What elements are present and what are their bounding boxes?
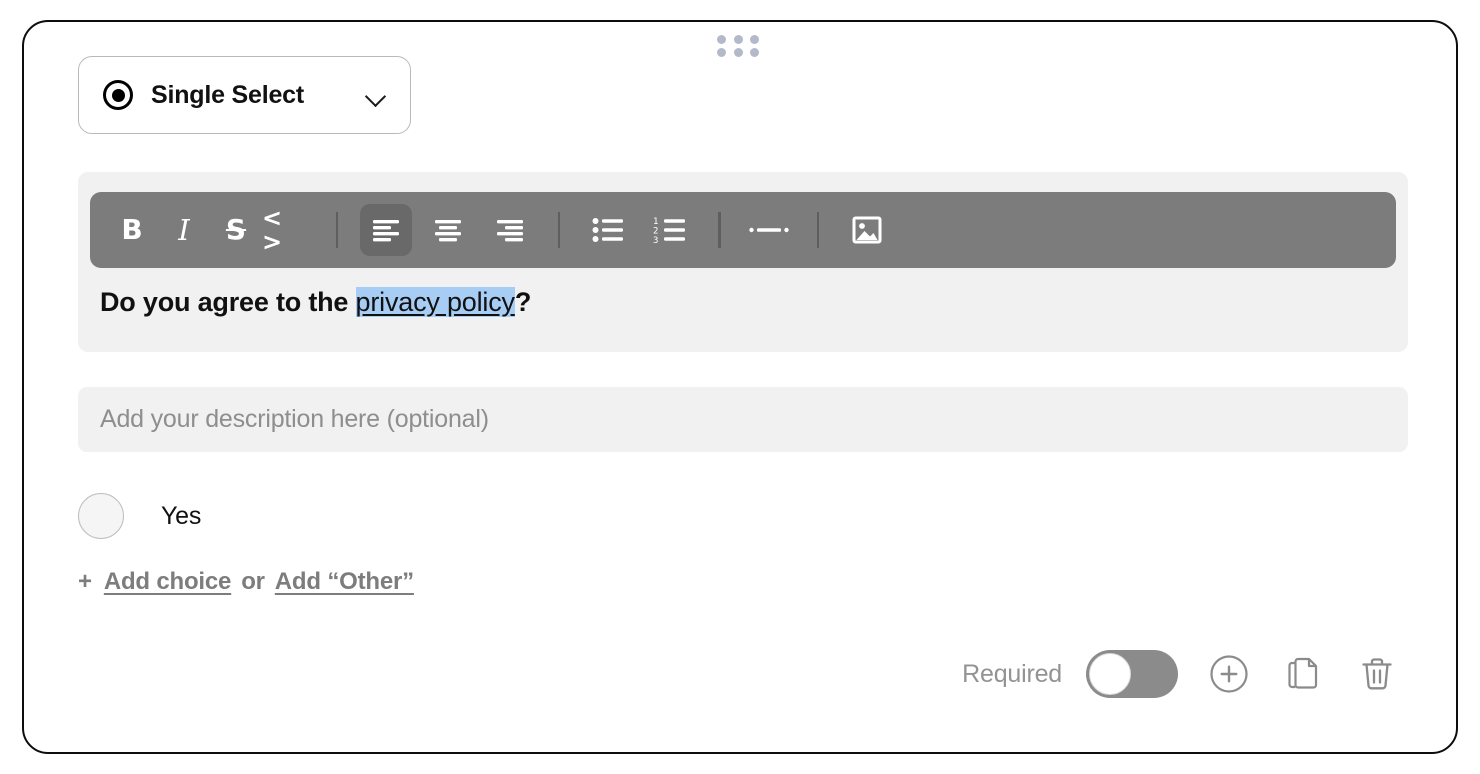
- trash-icon: [1362, 658, 1392, 690]
- required-toggle[interactable]: [1086, 650, 1178, 698]
- plus-icon: +: [78, 568, 92, 595]
- toolbar-horizontal-rule-button[interactable]: [743, 204, 795, 256]
- toolbar-align-right-button[interactable]: [484, 204, 536, 256]
- duplicate-question-button[interactable]: [1280, 651, 1326, 697]
- strikethrough-icon: S: [225, 213, 247, 246]
- add-choice-row: + Add choice or Add “Other”: [78, 568, 414, 596]
- add-row-conjunction: or: [241, 568, 265, 595]
- bold-icon: B: [121, 213, 143, 246]
- toolbar-align-left-button[interactable]: [360, 204, 413, 256]
- align-right-icon: [497, 220, 524, 242]
- question-text-link[interactable]: privacy policy: [355, 287, 515, 317]
- add-other-link[interactable]: Add “Other”: [275, 568, 414, 596]
- delete-question-button[interactable]: [1354, 651, 1400, 697]
- toolbar-numbered-list-button[interactable]: 1 2 3: [644, 204, 696, 256]
- handle-dot: [750, 47, 760, 57]
- toolbar-image-button[interactable]: [841, 204, 893, 256]
- required-label: Required: [962, 659, 1062, 688]
- question-editor: B I S < > 1 2 3 Do you agree to the priv…: [78, 172, 1408, 352]
- code-icon: < >: [262, 204, 285, 256]
- question-type-selector[interactable]: Single Select: [78, 56, 411, 134]
- duplicate-icon: [1288, 657, 1318, 689]
- radio-filled-icon: [103, 80, 133, 110]
- question-title-input[interactable]: Do you agree to the privacy policy?: [78, 268, 1408, 352]
- horizontal-rule-icon: [748, 227, 789, 233]
- svg-text:2: 2: [653, 227, 658, 237]
- toolbar-italic-button[interactable]: I: [158, 204, 210, 256]
- question-footer: Required: [962, 650, 1400, 698]
- add-question-icon: [1210, 655, 1248, 693]
- toolbar-align-center-button[interactable]: [422, 204, 474, 256]
- toolbar-divider: [336, 212, 339, 248]
- chevron-down-icon: [366, 89, 388, 102]
- italic-icon: I: [178, 212, 190, 247]
- align-center-icon: [435, 220, 462, 242]
- question-text-prefix: Do you agree to the: [100, 287, 356, 317]
- choice-row[interactable]: Yes: [78, 484, 1408, 548]
- description-placeholder: Add your description here (optional): [100, 405, 489, 433]
- add-question-button[interactable]: [1206, 651, 1252, 697]
- handle-dot: [733, 35, 743, 44]
- toolbar-divider: [816, 212, 819, 248]
- svg-text:1: 1: [653, 217, 658, 227]
- toolbar-divider: [558, 212, 561, 248]
- choice-radio-icon[interactable]: [78, 493, 124, 539]
- description-input[interactable]: Add your description here (optional): [78, 387, 1408, 452]
- add-choice-link[interactable]: Add choice: [104, 568, 232, 596]
- handle-dot: [733, 47, 743, 57]
- question-text-suffix: ?: [514, 287, 532, 317]
- toolbar-strikethrough-button[interactable]: S: [210, 204, 262, 256]
- handle-dot: [750, 35, 760, 44]
- image-icon: [852, 216, 882, 244]
- drag-handle-icon[interactable]: [717, 35, 763, 57]
- toolbar-code-button[interactable]: < >: [262, 204, 314, 256]
- bullet-list-icon: [592, 218, 624, 242]
- svg-text:3: 3: [653, 236, 658, 243]
- choice-list: Yes: [78, 484, 1408, 548]
- question-type-label: Single Select: [151, 80, 305, 109]
- toolbar-bullet-list-button[interactable]: [582, 204, 634, 256]
- toolbar-bold-button[interactable]: B: [106, 204, 158, 256]
- toolbar-divider: [718, 212, 721, 248]
- editor-toolbar: B I S < > 1 2 3: [90, 192, 1396, 268]
- numbered-list-icon: 1 2 3: [653, 217, 686, 243]
- handle-dot: [717, 35, 726, 44]
- handle-dot: [717, 47, 726, 57]
- choice-label[interactable]: Yes: [161, 502, 201, 531]
- question-card: Single Select B I S < > 1 2 3 Do you agr…: [22, 20, 1458, 754]
- align-left-icon: [373, 220, 400, 242]
- toggle-knob: [1089, 653, 1131, 695]
